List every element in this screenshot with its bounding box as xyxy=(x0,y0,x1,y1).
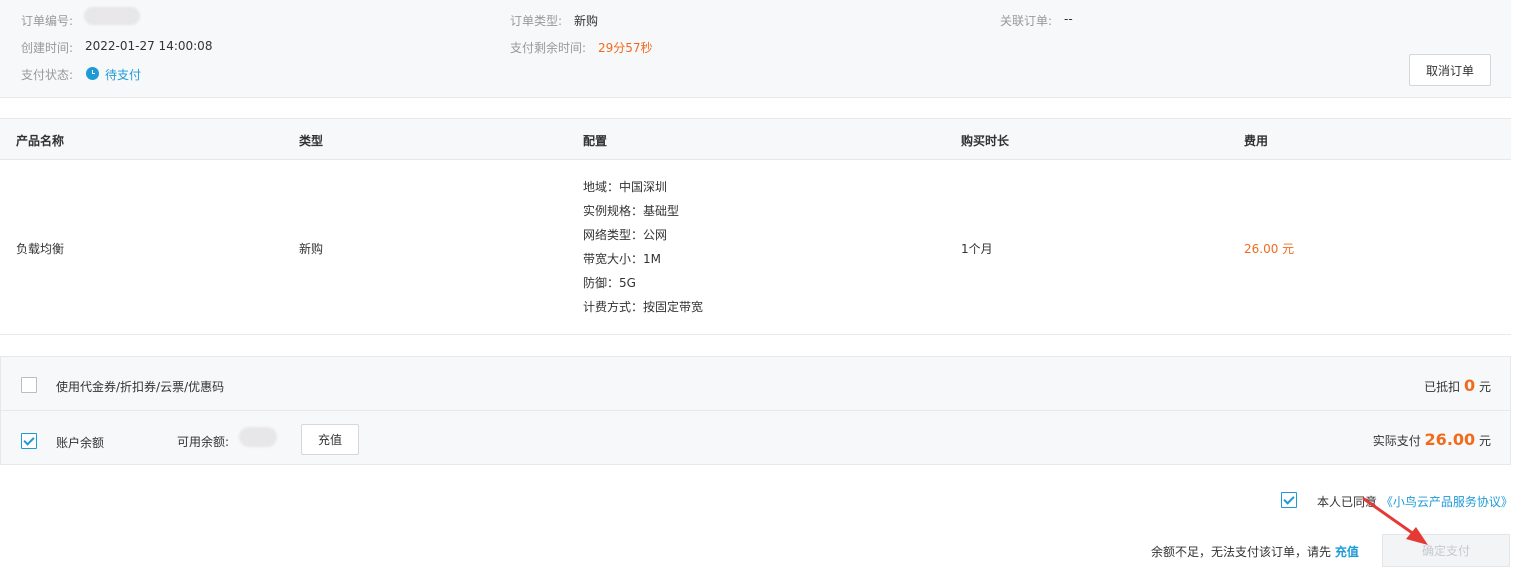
related-order-label: 关联订单: xyxy=(1000,14,1053,28)
config-network: 网络类型：公网 xyxy=(583,228,668,242)
header-product: 产品名称 xyxy=(16,134,65,148)
payment-status-label: 支付状态: xyxy=(21,68,74,82)
balance-checkbox[interactable] xyxy=(21,433,37,449)
available-balance-redacted xyxy=(239,427,277,447)
header-config: 配置 xyxy=(583,134,608,148)
insufficient-balance-line: 余额不足，无法支付该订单，请先 充值 xyxy=(1151,543,1359,560)
related-order-value: -- xyxy=(1064,12,1073,26)
order-info-panel xyxy=(0,0,1511,98)
remaining-time-label: 支付剩余时间: xyxy=(510,41,587,55)
deducted-value: 0 xyxy=(1464,376,1476,395)
order-no-redacted xyxy=(84,7,140,25)
coupon-label: 使用代金券/折扣券/云票/优惠码 xyxy=(56,380,225,394)
remaining-time-value: 29分57秒 xyxy=(598,41,653,55)
header-fee: 费用 xyxy=(1244,134,1269,148)
deducted-unit: 元 xyxy=(1478,380,1491,394)
config-bandwidth: 带宽大小：1M xyxy=(583,252,661,266)
order-type-label: 订单类型: xyxy=(510,14,563,28)
order-no-label: 订单编号: xyxy=(21,14,74,28)
table-divider xyxy=(0,334,1511,335)
actual-payment-unit: 元 xyxy=(1478,434,1491,448)
product-fee: 26.00 元 xyxy=(1244,242,1295,256)
cancel-order-button[interactable]: 取消订单 xyxy=(1409,54,1491,86)
coupon-checkbox[interactable] xyxy=(21,377,37,393)
header-type: 类型 xyxy=(299,134,324,148)
config-billing: 计费方式：按固定带宽 xyxy=(583,300,704,314)
available-balance-label: 可用余额: xyxy=(177,435,230,449)
payment-status-value: 待支付 xyxy=(105,68,142,82)
created-time-value: 2022-01-27 14:00:08 xyxy=(85,39,213,53)
order-type-value: 新购 xyxy=(574,14,599,28)
deducted-summary: 已抵扣 0 元 xyxy=(1424,376,1491,395)
product-config: 地域：中国深圳 实例规格：基础型 网络类型：公网 带宽大小：1M 防御：5G 计… xyxy=(583,175,703,319)
table-header xyxy=(0,118,1511,160)
actual-payment-value: 26.00 xyxy=(1424,430,1476,449)
config-region: 地域：中国深圳 xyxy=(583,180,668,194)
actual-payment-label: 实际支付 xyxy=(1372,434,1421,448)
product-duration: 1个月 xyxy=(961,242,993,256)
clock-icon xyxy=(86,67,99,80)
recharge-button[interactable]: 充值 xyxy=(301,424,359,455)
actual-payment-summary: 实际支付 26.00 元 xyxy=(1373,430,1491,449)
balance-label: 账户余额 xyxy=(56,436,105,450)
agree-checkbox[interactable] xyxy=(1281,492,1297,508)
product-type: 新购 xyxy=(299,242,324,256)
config-spec: 实例规格：基础型 xyxy=(583,204,680,218)
config-defense: 防御：5G xyxy=(583,276,636,290)
header-duration: 购买时长 xyxy=(961,134,1010,148)
payment-divider xyxy=(0,410,1511,411)
deducted-label: 已抵扣 xyxy=(1424,380,1461,394)
product-name: 负载均衡 xyxy=(16,242,65,256)
insufficient-text: 余额不足，无法支付该订单，请先 xyxy=(1151,545,1332,559)
recharge-link[interactable]: 充值 xyxy=(1335,545,1359,559)
annotation-arrow-icon xyxy=(1362,497,1428,545)
created-time-label: 创建时间: xyxy=(21,41,74,55)
